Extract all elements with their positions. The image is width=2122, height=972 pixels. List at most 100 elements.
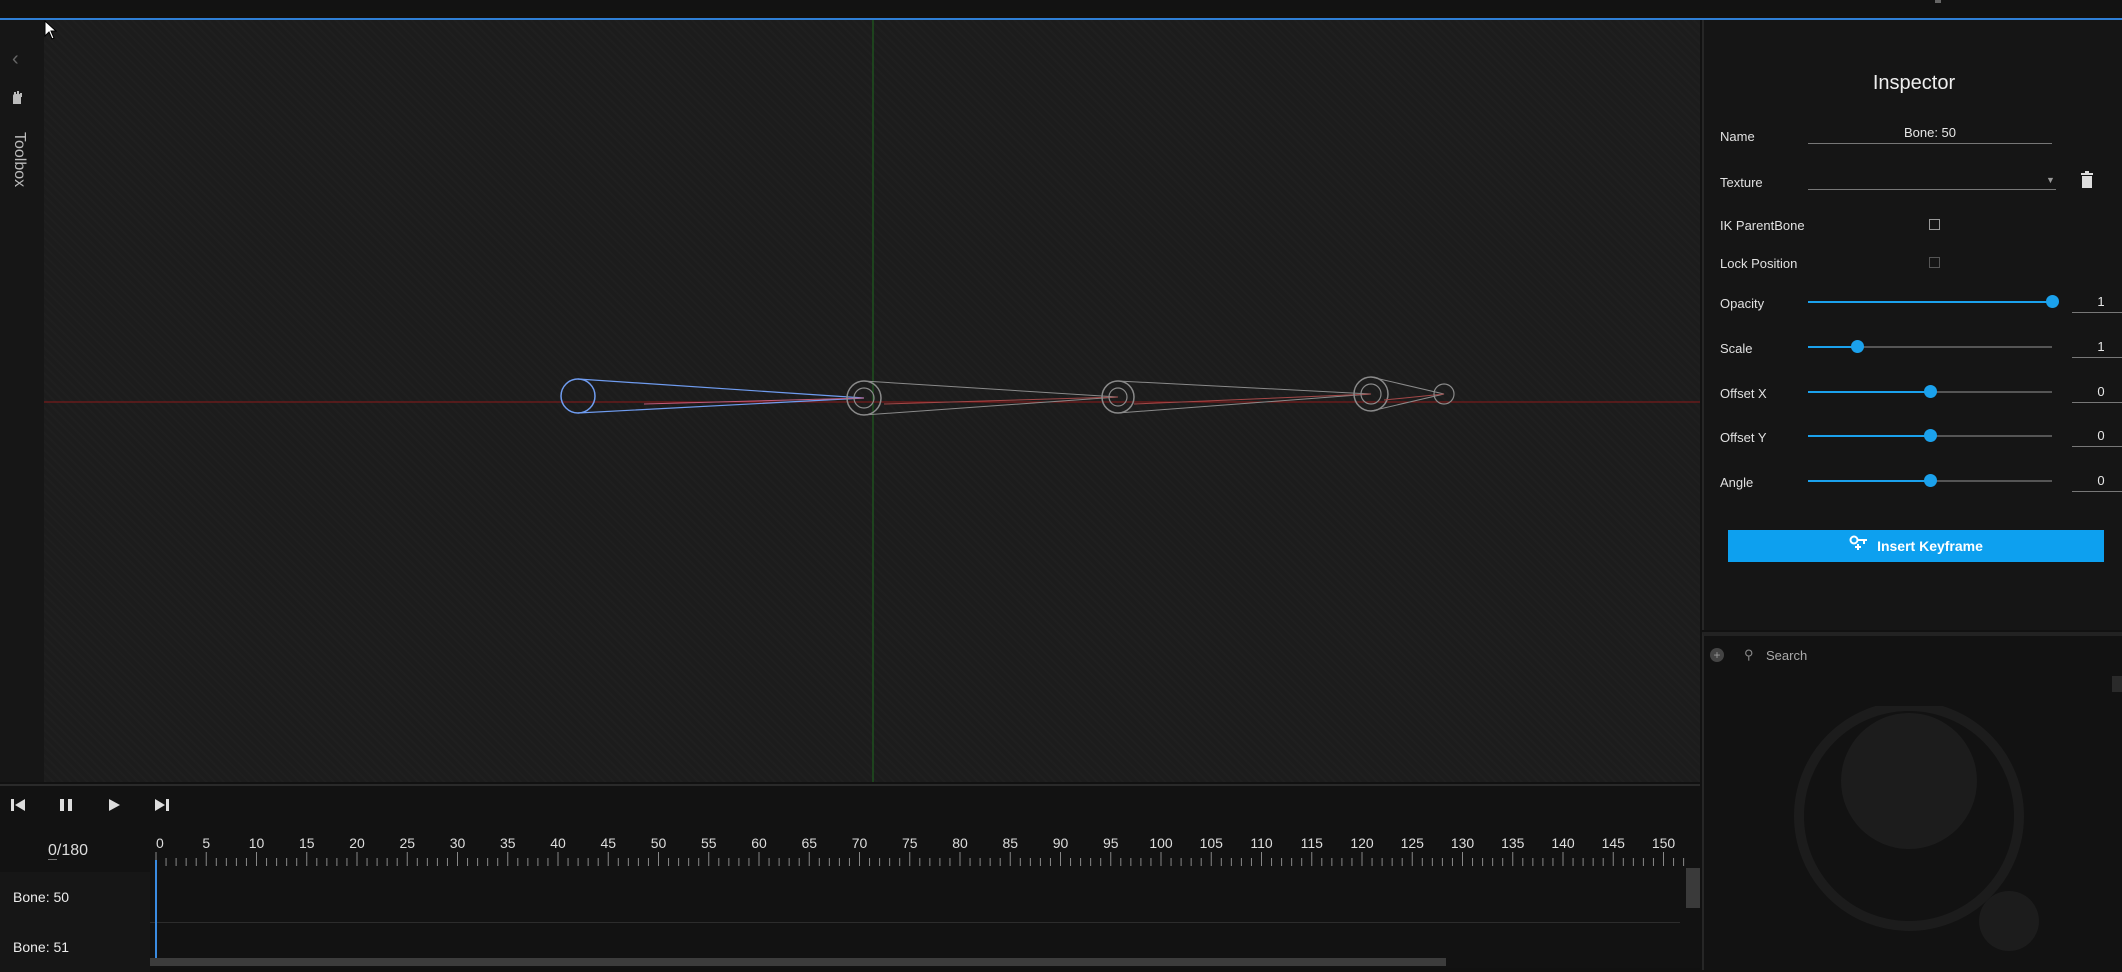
toolbox-label[interactable]: Toolbox <box>10 132 28 187</box>
skip-to-start-icon[interactable] <box>6 796 30 820</box>
bone-52[interactable] <box>1101 380 1372 414</box>
hand-icon[interactable] <box>9 90 27 108</box>
opacity-value-field[interactable]: 1 <box>2072 292 2122 313</box>
ruler-label: 10 <box>249 836 265 851</box>
ik-parentbone-label: IK ParentBone <box>1720 218 1805 233</box>
scale-value-field[interactable]: 1 <box>2072 337 2122 358</box>
skeleton-canvas[interactable] <box>44 20 1700 782</box>
canvas-viewport[interactable] <box>44 20 1700 782</box>
timeline-vertical-scrollbar[interactable] <box>1686 868 1700 908</box>
watermark-logo-icon <box>1794 706 2039 951</box>
ruler-label: 150 <box>1652 836 1676 851</box>
bone-51[interactable] <box>846 380 1119 416</box>
skip-to-end-icon[interactable] <box>150 796 174 820</box>
texture-select[interactable] <box>1808 169 2056 190</box>
playhead[interactable] <box>155 860 157 966</box>
chevron-down-icon[interactable]: ▼ <box>2046 175 2055 185</box>
slider-label: Opacity <box>1720 296 1765 311</box>
slider-row-offset-x: Offset X 0 <box>1720 380 2122 410</box>
search-icon: ⚲ <box>1744 647 1754 662</box>
slider-fill <box>1808 435 1930 437</box>
ruler-label: 20 <box>349 836 365 851</box>
slider-label: Offset X <box>1720 386 1767 401</box>
texture-label: Texture <box>1720 175 1763 190</box>
angle-value-field[interactable]: 0 <box>2072 471 2122 492</box>
slider-knob[interactable] <box>1924 429 1937 442</box>
slider-row-angle: Angle 0 <box>1720 469 2122 499</box>
offset-y-slider[interactable] <box>1808 429 2052 442</box>
name-label: Name <box>1720 129 1755 144</box>
chevron-left-icon[interactable]: ‹ <box>12 48 19 71</box>
lock-position-checkbox[interactable] <box>1929 257 1940 268</box>
lock-position-label: Lock Position <box>1720 256 1798 271</box>
ruler-label: 140 <box>1551 836 1575 851</box>
ruler-label: 40 <box>550 836 566 851</box>
pause-icon[interactable] <box>54 796 78 820</box>
scale-slider[interactable] <box>1808 340 2052 353</box>
ruler-label: 130 <box>1451 836 1475 851</box>
ruler-label: 45 <box>600 836 616 851</box>
slider-fill <box>1808 346 1857 348</box>
ruler-label: 115 <box>1301 836 1324 851</box>
slider-knob[interactable] <box>2046 295 2059 308</box>
ruler-label: 50 <box>651 836 667 851</box>
toolbox-panel: ‹ Toolbox <box>0 20 45 782</box>
offset-x-slider[interactable] <box>1808 385 2052 398</box>
ruler-label: 65 <box>801 836 817 851</box>
library-side-toggle[interactable] <box>2112 676 2122 692</box>
bone-50[interactable] <box>560 378 865 414</box>
slider-knob[interactable] <box>1924 474 1937 487</box>
top-bar <box>0 0 2122 20</box>
add-icon[interactable]: + <box>1710 648 1724 662</box>
trash-icon[interactable] <box>2080 171 2094 194</box>
insert-keyframe-button[interactable]: Insert Keyframe <box>1728 530 2104 562</box>
slider-label: Angle <box>1720 475 1754 490</box>
keyframe-add-icon <box>1849 530 1869 562</box>
lock-position-row: Lock Position <box>1720 250 2110 280</box>
ruler-label: 135 <box>1501 836 1525 851</box>
slider-knob[interactable] <box>1850 340 1864 353</box>
texture-row: Texture ▼ <box>1720 169 2110 199</box>
mouse-cursor-icon <box>44 20 58 40</box>
ik-parentbone-checkbox[interactable] <box>1929 219 1940 230</box>
total-frames: /180 <box>56 842 89 859</box>
ruler-label: 100 <box>1149 836 1173 851</box>
ruler-label: 75 <box>902 836 918 851</box>
ruler-label: 120 <box>1350 836 1374 851</box>
ruler-label: 85 <box>1002 836 1018 851</box>
play-icon[interactable] <box>102 796 126 820</box>
ruler-label: 95 <box>1103 836 1119 851</box>
slider-label: Scale <box>1720 341 1753 356</box>
offset-x-value-field[interactable]: 0 <box>2072 382 2122 403</box>
ruler-label: 25 <box>399 836 415 851</box>
ruler-label: 90 <box>1053 836 1069 851</box>
ruler-label: 35 <box>500 836 516 851</box>
inspector-panel: Inspector Name Bone: 50 Texture ▼ IK Par… <box>1702 20 2122 630</box>
ruler-label: 110 <box>1250 836 1273 851</box>
track-row[interactable]: Bone: 50 <box>0 872 1700 923</box>
library-panel: + ⚲ Search <box>1702 632 2122 970</box>
inspector-title: Inspector <box>1872 72 1956 94</box>
playback-controls <box>6 796 174 820</box>
track-label[interactable]: Bone: 50 <box>0 872 150 922</box>
name-field[interactable]: Bone: 50 <box>1808 123 2052 144</box>
slider-label: Offset Y <box>1720 430 1767 445</box>
timeline-panel: 0/180 0 5 10 15 20 25 30 35 40 45 50 55 60 65 70 75 80 85… <box>0 784 1700 972</box>
slider-fill <box>1808 480 1930 482</box>
offset-y-value-field[interactable]: 0 <box>2072 426 2122 447</box>
top-right-marker <box>1935 0 1941 3</box>
timeline-ruler[interactable]: 0 5 10 15 20 25 30 35 40 45 50 55 60 65 70 75 80 85 90 95 10… <box>150 836 1700 872</box>
opacity-slider[interactable] <box>1808 295 2059 308</box>
ruler-label: 0 <box>156 836 164 851</box>
slider-row-scale: Scale 1 <box>1720 335 2122 365</box>
search-input[interactable]: Search <box>1766 648 1807 663</box>
current-frame[interactable]: 0 <box>48 842 57 860</box>
timeline-horizontal-scrollbar[interactable] <box>150 958 1446 966</box>
slider-knob[interactable] <box>1924 385 1937 398</box>
ruler-label: 60 <box>751 836 767 851</box>
track-label[interactable]: Bone: 51 <box>0 922 150 972</box>
ik-parentbone-row: IK ParentBone <box>1720 212 2110 242</box>
angle-slider[interactable] <box>1808 474 2052 487</box>
ruler-label: 145 <box>1602 836 1626 851</box>
name-row: Name Bone: 50 <box>1720 123 2110 153</box>
